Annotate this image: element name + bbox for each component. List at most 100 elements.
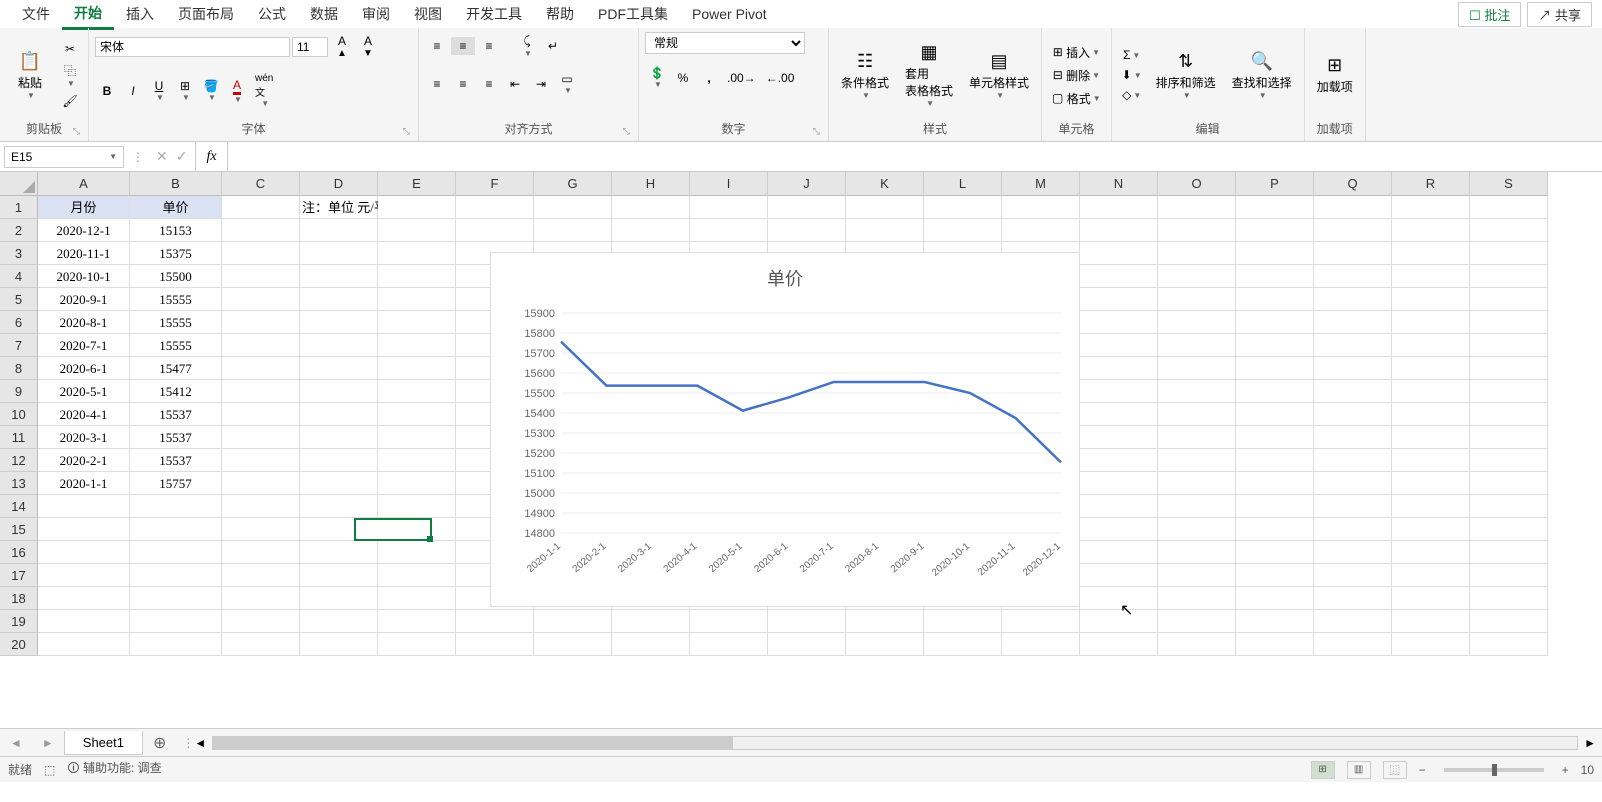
cell[interactable] bbox=[222, 288, 300, 311]
cell[interactable] bbox=[1392, 610, 1470, 633]
percent-button[interactable]: % bbox=[671, 69, 695, 87]
cell[interactable] bbox=[1236, 288, 1314, 311]
cell[interactable] bbox=[222, 541, 300, 564]
cell[interactable]: 2020-2-1 bbox=[38, 449, 130, 472]
cell[interactable]: 月份 bbox=[38, 196, 130, 219]
cell[interactable] bbox=[1470, 541, 1548, 564]
cell[interactable] bbox=[378, 403, 456, 426]
cell[interactable] bbox=[1236, 196, 1314, 219]
cell[interactable] bbox=[300, 518, 378, 541]
cell[interactable]: 2020-8-1 bbox=[38, 311, 130, 334]
align-right-button[interactable]: ≡ bbox=[477, 75, 501, 93]
merge-button[interactable]: ▭▼ bbox=[555, 70, 579, 97]
cell[interactable] bbox=[300, 495, 378, 518]
align-middle-button[interactable]: ≡ bbox=[451, 37, 475, 55]
cell[interactable] bbox=[1158, 541, 1236, 564]
cell[interactable]: 15153 bbox=[130, 219, 222, 242]
menu-pdf[interactable]: PDF工具集 bbox=[586, 0, 680, 28]
cell[interactable] bbox=[1314, 472, 1392, 495]
view-normal-button[interactable]: ⊞ bbox=[1311, 761, 1335, 779]
cell[interactable] bbox=[222, 564, 300, 587]
cell[interactable] bbox=[1470, 311, 1548, 334]
cell[interactable] bbox=[768, 196, 846, 219]
cell[interactable] bbox=[1314, 587, 1392, 610]
cell[interactable] bbox=[1158, 587, 1236, 610]
cell[interactable] bbox=[1080, 518, 1158, 541]
column-header-M[interactable]: M bbox=[1002, 172, 1080, 196]
cell[interactable] bbox=[38, 610, 130, 633]
cell[interactable]: 15555 bbox=[130, 288, 222, 311]
row-header-4[interactable]: 4 bbox=[0, 265, 38, 288]
cell[interactable] bbox=[1392, 495, 1470, 518]
cell[interactable] bbox=[1158, 311, 1236, 334]
cell[interactable] bbox=[1080, 564, 1158, 587]
cell[interactable] bbox=[130, 495, 222, 518]
sheet-nav-next[interactable]: ► bbox=[32, 736, 64, 750]
cell[interactable] bbox=[1080, 265, 1158, 288]
cell[interactable] bbox=[1314, 357, 1392, 380]
cell[interactable] bbox=[222, 426, 300, 449]
cell[interactable] bbox=[534, 196, 612, 219]
cell[interactable] bbox=[1314, 334, 1392, 357]
column-header-I[interactable]: I bbox=[690, 172, 768, 196]
cell[interactable] bbox=[1392, 288, 1470, 311]
font-name-select[interactable] bbox=[95, 37, 290, 57]
cell[interactable] bbox=[1314, 610, 1392, 633]
cell[interactable] bbox=[1392, 357, 1470, 380]
cell[interactable] bbox=[1314, 495, 1392, 518]
paste-button[interactable]: 📋 粘贴 ▼ bbox=[6, 49, 54, 102]
cell[interactable] bbox=[456, 610, 534, 633]
cell[interactable] bbox=[300, 403, 378, 426]
cell[interactable] bbox=[222, 380, 300, 403]
cell[interactable] bbox=[1236, 518, 1314, 541]
row-header-7[interactable]: 7 bbox=[0, 334, 38, 357]
column-header-O[interactable]: O bbox=[1158, 172, 1236, 196]
cell[interactable]: 2020-11-1 bbox=[38, 242, 130, 265]
cancel-formula-button[interactable]: ✕ bbox=[156, 148, 168, 165]
cell[interactable] bbox=[222, 403, 300, 426]
cell[interactable] bbox=[378, 472, 456, 495]
cell[interactable] bbox=[1158, 242, 1236, 265]
conditional-format-button[interactable]: ☷条件格式▼ bbox=[835, 49, 895, 102]
cell[interactable] bbox=[1314, 288, 1392, 311]
cell[interactable] bbox=[690, 196, 768, 219]
embedded-chart[interactable]: 单价 1480014900150001510015200153001540015… bbox=[490, 252, 1080, 607]
row-header-5[interactable]: 5 bbox=[0, 288, 38, 311]
cell[interactable] bbox=[534, 633, 612, 656]
cell[interactable] bbox=[130, 610, 222, 633]
cell[interactable] bbox=[378, 449, 456, 472]
autosum-button[interactable]: Σ▼ bbox=[1118, 46, 1146, 64]
cell[interactable] bbox=[300, 380, 378, 403]
font-size-select[interactable] bbox=[292, 37, 328, 57]
menu-view[interactable]: 视图 bbox=[402, 0, 454, 28]
cell[interactable] bbox=[1470, 219, 1548, 242]
cell[interactable] bbox=[1158, 426, 1236, 449]
cell[interactable] bbox=[1236, 311, 1314, 334]
cell[interactable] bbox=[1392, 311, 1470, 334]
cell[interactable] bbox=[1314, 265, 1392, 288]
number-launcher[interactable]: ⤡ bbox=[813, 126, 820, 137]
cell[interactable] bbox=[1080, 541, 1158, 564]
cell[interactable]: 2020-6-1 bbox=[38, 357, 130, 380]
cell[interactable] bbox=[300, 219, 378, 242]
cell[interactable] bbox=[690, 633, 768, 656]
row-header-10[interactable]: 10 bbox=[0, 403, 38, 426]
cell[interactable] bbox=[300, 472, 378, 495]
cell[interactable] bbox=[456, 633, 534, 656]
format-as-table-button[interactable]: ▦套用 表格格式▼ bbox=[899, 40, 959, 110]
menu-review[interactable]: 审阅 bbox=[350, 0, 402, 28]
cell[interactable] bbox=[130, 518, 222, 541]
increase-decimal-button[interactable]: .00→ bbox=[723, 69, 760, 87]
cell[interactable] bbox=[130, 587, 222, 610]
clipboard-launcher[interactable]: ⤡ bbox=[73, 126, 80, 137]
cell[interactable] bbox=[38, 633, 130, 656]
cell[interactable] bbox=[378, 518, 456, 541]
cell[interactable] bbox=[378, 587, 456, 610]
underline-button[interactable]: U▼ bbox=[147, 77, 171, 104]
view-page-break-button[interactable]: ⿲ bbox=[1383, 761, 1407, 779]
cell[interactable] bbox=[130, 564, 222, 587]
menu-layout[interactable]: 页面布局 bbox=[166, 0, 246, 28]
cell[interactable] bbox=[1470, 403, 1548, 426]
cell[interactable] bbox=[378, 357, 456, 380]
cell[interactable] bbox=[924, 219, 1002, 242]
